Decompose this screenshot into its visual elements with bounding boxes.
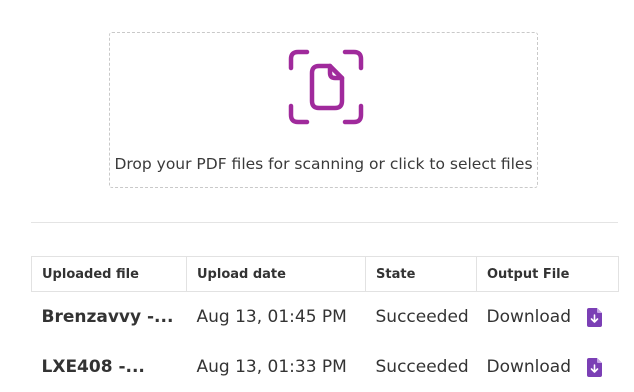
- row-state: Succeeded: [375, 307, 469, 327]
- section-divider: [31, 222, 618, 223]
- file-name: Brenzavvy -...: [41, 307, 174, 327]
- header-upload-date: Upload date: [186, 256, 366, 292]
- file-download-icon[interactable]: [587, 357, 603, 377]
- header-state: State: [365, 256, 477, 292]
- dropzone-instructions: Drop your PDF files for scanning or clic…: [114, 155, 533, 173]
- table-header-row: Uploaded file Upload date State Output F…: [31, 256, 619, 292]
- row-upload-date: Aug 13, 01:33 PM: [196, 357, 347, 377]
- row-file-name: Brenzavvy -...: [32, 292, 187, 343]
- row-upload-date: Aug 13, 01:45 PM: [196, 307, 347, 327]
- file-download-icon[interactable]: [587, 307, 603, 327]
- file-name: LXE408 -...: [41, 357, 145, 377]
- row-file-name: LXE408 -...: [32, 342, 187, 392]
- table-row: LXE408 -... Aug 13, 01:33 PM Succeeded D…: [32, 342, 619, 392]
- scan-document-icon: [288, 49, 364, 125]
- row-state: Succeeded: [375, 357, 469, 377]
- header-output-file: Output File: [476, 256, 619, 292]
- download-link[interactable]: Download: [487, 357, 572, 377]
- row-output: Download: [477, 292, 619, 343]
- download-link[interactable]: Download: [487, 307, 572, 327]
- uploaded-files-table: Uploaded file Upload date State Output F…: [31, 256, 619, 392]
- table-row: Brenzavvy -... Aug 13, 01:45 PM Succeede…: [32, 292, 619, 343]
- row-output: Download: [477, 342, 619, 392]
- header-uploaded-file: Uploaded file: [31, 256, 187, 292]
- pdf-dropzone[interactable]: Drop your PDF files for scanning or clic…: [109, 32, 538, 188]
